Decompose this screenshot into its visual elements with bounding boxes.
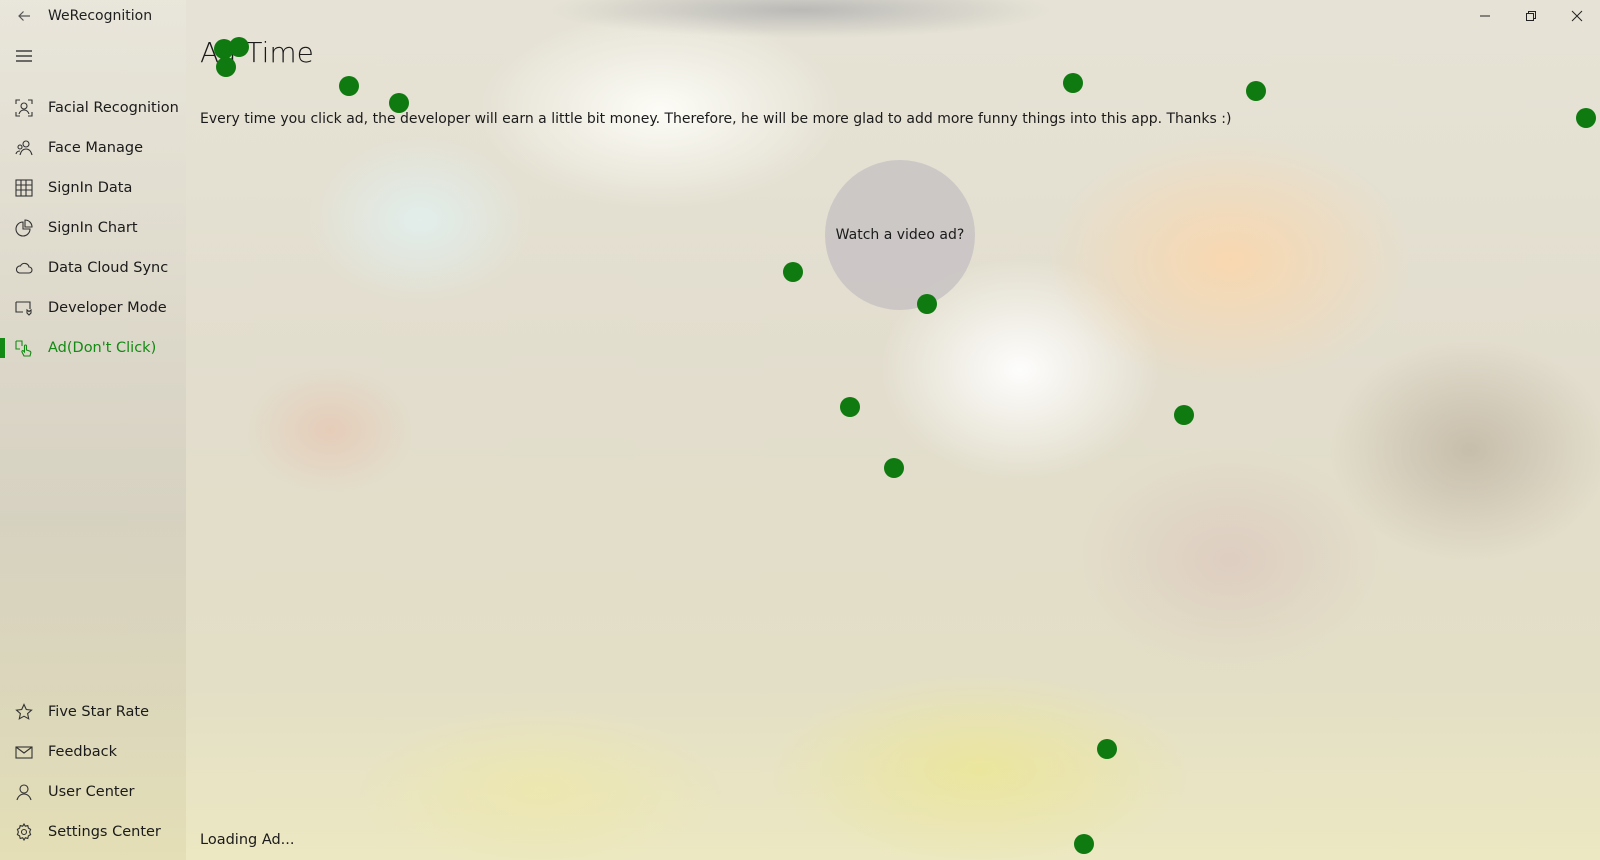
nav-label: Feedback xyxy=(48,744,118,760)
green-dot xyxy=(339,76,359,96)
nav-item-user-center[interactable]: User Center xyxy=(0,772,186,812)
user-icon xyxy=(0,783,48,801)
minimize-icon xyxy=(1480,15,1490,17)
nav-label: Face Manage xyxy=(48,140,143,156)
nav-label: Data Cloud Sync xyxy=(48,260,169,276)
gear-icon xyxy=(0,823,48,841)
nav-item-ad[interactable]: Ad(Don't Click) xyxy=(0,328,186,368)
nav-label: SignIn Data xyxy=(48,180,133,196)
ad-description: Every time you click ad, the developer w… xyxy=(200,111,1232,127)
watch-video-ad-button[interactable]: Watch a video ad? xyxy=(825,160,975,310)
nav-item-signin-data[interactable]: SignIn Data xyxy=(0,168,186,208)
people-icon xyxy=(0,139,48,157)
pie-chart-icon xyxy=(0,219,48,237)
green-dot xyxy=(1097,739,1117,759)
watch-video-ad-label: Watch a video ad? xyxy=(835,227,965,243)
mail-icon xyxy=(0,743,48,761)
star-icon xyxy=(0,703,48,721)
green-dot xyxy=(1576,108,1596,128)
grid-table-icon xyxy=(0,179,48,197)
nav-item-data-cloud-sync[interactable]: Data Cloud Sync xyxy=(0,248,186,288)
nav-label: Five Star Rate xyxy=(48,704,150,720)
face-scan-icon xyxy=(0,99,48,117)
page-title: Ad Time xyxy=(200,36,314,69)
green-dot xyxy=(389,93,409,113)
selection-indicator xyxy=(0,338,5,358)
green-dot xyxy=(1063,73,1083,93)
restore-button[interactable] xyxy=(1508,0,1554,32)
minimize-button[interactable] xyxy=(1462,0,1508,32)
nav-item-developer-mode[interactable]: Developer Mode xyxy=(0,288,186,328)
nav-label: Settings Center xyxy=(48,824,161,840)
nav-label: Developer Mode xyxy=(48,300,167,316)
nav-label: Ad(Don't Click) xyxy=(48,340,157,356)
title-bar: WeRecognition xyxy=(0,0,1600,32)
nav-item-five-star-rate[interactable]: Five Star Rate xyxy=(0,692,186,732)
nav-item-facial-recognition[interactable]: Facial Recognition xyxy=(0,88,186,128)
back-button[interactable] xyxy=(8,2,40,30)
green-dot xyxy=(840,397,860,417)
nav-item-feedback[interactable]: Feedback xyxy=(0,732,186,772)
close-button[interactable] xyxy=(1554,0,1600,32)
restore-icon xyxy=(1526,11,1536,21)
nav-label: User Center xyxy=(48,784,135,800)
cloud-icon xyxy=(0,259,48,277)
nav-label: Facial Recognition xyxy=(48,100,179,116)
green-dot xyxy=(1074,834,1094,854)
green-dot xyxy=(884,458,904,478)
app-title: WeRecognition xyxy=(48,8,153,24)
loading-status: Loading Ad... xyxy=(200,832,295,848)
nav-item-signin-chart[interactable]: SignIn Chart xyxy=(0,208,186,248)
hand-pointer-icon xyxy=(0,339,48,357)
nav-label: SignIn Chart xyxy=(48,220,138,236)
nav-item-settings-center[interactable]: Settings Center xyxy=(0,812,186,852)
green-dot xyxy=(1174,405,1194,425)
green-dot xyxy=(783,262,803,282)
nav-item-face-manage[interactable]: Face Manage xyxy=(0,128,186,168)
developer-icon xyxy=(0,299,48,317)
back-arrow-icon xyxy=(18,11,30,21)
hamburger-menu-button[interactable] xyxy=(8,40,40,72)
decorative-dots xyxy=(214,37,1596,854)
close-icon xyxy=(1571,10,1583,22)
hamburger-icon xyxy=(16,50,32,62)
green-dot xyxy=(1246,81,1266,101)
